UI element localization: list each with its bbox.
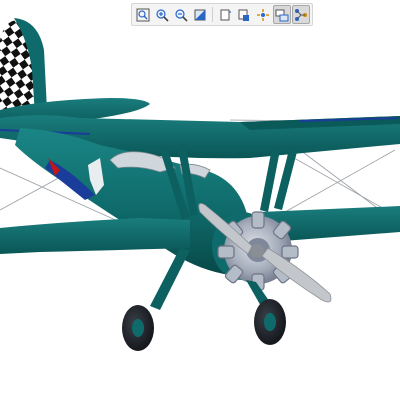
zoom-in-icon xyxy=(156,8,169,22)
zoom-out-button[interactable] xyxy=(172,5,190,24)
zoom-fit-button[interactable] xyxy=(134,5,152,24)
shading-style-icon xyxy=(194,9,206,20)
biplane-model xyxy=(0,18,400,351)
model-tree-button[interactable] xyxy=(292,5,310,24)
saved-views-icon xyxy=(238,9,249,21)
view-orientation-button[interactable] xyxy=(216,5,234,24)
saved-views-button[interactable] xyxy=(235,5,253,24)
viewer-toolbar xyxy=(131,3,313,26)
zoom-fit-icon xyxy=(136,8,150,21)
3d-model-viewport[interactable] xyxy=(0,0,400,400)
model-tree-icon xyxy=(295,8,307,21)
spin-center-button[interactable] xyxy=(254,5,272,24)
display-settings-icon xyxy=(275,9,289,21)
display-settings-button[interactable] xyxy=(273,5,291,24)
view-orientation-icon xyxy=(220,9,231,20)
shading-style-button[interactable] xyxy=(191,5,209,24)
zoom-out-icon xyxy=(175,8,188,22)
toolbar-separator xyxy=(212,7,213,22)
zoom-in-button[interactable] xyxy=(153,5,171,24)
spin-center-icon xyxy=(257,8,269,21)
